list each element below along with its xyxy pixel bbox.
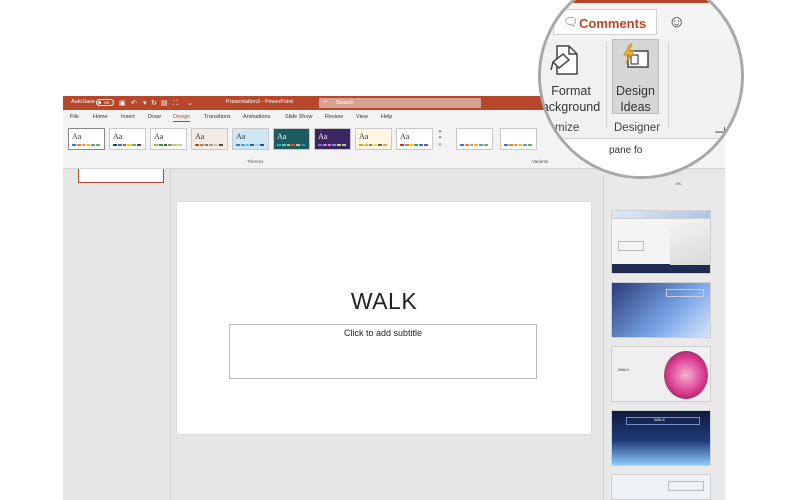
variant-1[interactable] bbox=[500, 128, 537, 150]
tab-review[interactable]: Review bbox=[325, 114, 343, 120]
autosave-label: AutoSave bbox=[71, 99, 95, 105]
more-themes-icon[interactable]: ≡ bbox=[436, 142, 444, 149]
theme-color-swatch bbox=[318, 144, 346, 146]
tab-home[interactable]: Home bbox=[93, 114, 108, 120]
themes-group-label: Themes bbox=[247, 159, 264, 164]
design-idea-1[interactable] bbox=[611, 218, 711, 274]
theme-sample-text: Aa bbox=[359, 132, 369, 141]
theme-sample-text: Aa bbox=[72, 132, 82, 141]
theme-color-swatch bbox=[154, 144, 182, 146]
format-background-line-2: ackground bbox=[541, 100, 601, 114]
theme-color-swatch bbox=[236, 144, 264, 146]
theme-5[interactable]: Aa bbox=[273, 128, 310, 150]
variant-color-swatch bbox=[460, 144, 488, 146]
slide-thumbnails-pane bbox=[63, 169, 171, 500]
theme-sample-text: Aa bbox=[318, 132, 328, 141]
theme-color-swatch bbox=[400, 144, 428, 146]
theme-color-swatch bbox=[113, 144, 141, 146]
theme-2[interactable]: Aa bbox=[150, 128, 187, 150]
design-idea-4[interactable]: WALK bbox=[611, 410, 711, 466]
theme-sample-text: Aa bbox=[236, 132, 246, 141]
slideshow-icon[interactable]: ⛶ bbox=[173, 99, 178, 108]
format-background-label[interactable]: Format ackground bbox=[541, 83, 601, 115]
autosave-state: Off bbox=[104, 100, 110, 105]
design-ideas-label: Design Ideas bbox=[612, 83, 659, 115]
comment-icon: 🗨 bbox=[563, 15, 579, 29]
variant-color-swatch bbox=[504, 144, 532, 146]
scroll-down-icon[interactable]: ▾ bbox=[436, 135, 444, 142]
present-icon[interactable]: ▤ bbox=[161, 99, 168, 108]
theme-6[interactable]: Aa bbox=[314, 128, 351, 150]
design-idea-4-title: WALK bbox=[654, 417, 666, 422]
theme-3[interactable]: Aa bbox=[191, 128, 228, 150]
tab-view[interactable]: View bbox=[356, 114, 368, 120]
theme-color-swatch bbox=[72, 144, 100, 146]
theme-sample-text: Aa bbox=[113, 132, 123, 141]
customize-group-label: mize bbox=[555, 122, 580, 134]
zoom-magnifier: ⧉ 🗨 Comments ☺ Format ackground Design I… bbox=[538, 0, 744, 179]
theme-sample-text: Aa bbox=[154, 132, 164, 141]
magnified-title-bar: ⧉ bbox=[541, 0, 741, 3]
subtitle-placeholder-text: Click to add subtitle bbox=[343, 328, 423, 338]
designer-pane-text: pane fo bbox=[609, 145, 643, 156]
designer-pane: es. WALK WALK bbox=[603, 176, 725, 500]
search-icon: ⌕ bbox=[324, 99, 328, 105]
theme-color-swatch bbox=[277, 144, 305, 146]
theme-8[interactable]: Aa bbox=[396, 128, 433, 150]
theme-1[interactable]: Aa bbox=[109, 128, 146, 150]
slide-canvas[interactable]: WALK Click to add subtitle bbox=[177, 202, 591, 434]
tab-slide-show[interactable]: Slide Show bbox=[285, 114, 313, 120]
subtitle-placeholder[interactable]: Click to add subtitle bbox=[229, 324, 537, 379]
design-ideas-line-2: Ideas bbox=[620, 100, 651, 114]
theme-sample-text: Aa bbox=[400, 132, 410, 141]
scroll-up-icon[interactable]: ▴ bbox=[436, 128, 444, 135]
theme-sample-text: Aa bbox=[277, 132, 287, 141]
design-idea-2[interactable] bbox=[611, 282, 711, 338]
feedback-smile-icon[interactable]: ☺ bbox=[668, 12, 685, 32]
themes-scroller[interactable]: ▴ ▾ ≡ bbox=[436, 128, 444, 150]
theme-7[interactable]: Aa bbox=[355, 128, 392, 150]
designer-group-label: Designer bbox=[614, 122, 661, 134]
tab-design[interactable]: Design bbox=[173, 114, 191, 122]
customize-toolbar-icon[interactable]: ⌄ bbox=[187, 99, 193, 108]
tab-help[interactable]: Help bbox=[381, 114, 392, 120]
search-box[interactable]: ⌕ Search bbox=[319, 98, 481, 108]
slide-thumbnail-1[interactable] bbox=[78, 169, 164, 183]
comments-label: Comments bbox=[579, 16, 647, 31]
designer-partial-text: es. bbox=[676, 181, 683, 186]
redo-icon[interactable]: ↻ bbox=[151, 99, 157, 108]
tab-file[interactable]: File bbox=[70, 114, 79, 120]
format-background-icon[interactable] bbox=[549, 42, 581, 78]
slide-title[interactable]: WALK bbox=[177, 288, 591, 315]
design-idea-3-title: WALK bbox=[618, 367, 630, 372]
theme-color-swatch bbox=[359, 144, 387, 146]
comments-button[interactable]: 🗨 Comments bbox=[553, 9, 657, 35]
undo-icon[interactable]: ↶ bbox=[131, 99, 137, 108]
tab-transitions[interactable]: Transitions bbox=[204, 114, 231, 120]
group-separator bbox=[668, 42, 669, 128]
save-icon[interactable]: ▣ bbox=[119, 99, 126, 108]
document-title: Presentation3 - PowerPoint bbox=[226, 99, 293, 105]
theme-0[interactable]: Aa bbox=[68, 128, 105, 150]
design-ideas-line-1: Design bbox=[616, 84, 655, 98]
design-idea-5[interactable] bbox=[611, 474, 711, 500]
tab-insert[interactable]: Insert bbox=[121, 114, 135, 120]
magnified-designer-pane: pane fo bbox=[541, 138, 741, 176]
design-idea-3[interactable]: WALK bbox=[611, 346, 711, 402]
variant-0[interactable] bbox=[456, 128, 493, 150]
tab-animations[interactable]: Animations bbox=[243, 114, 270, 120]
design-ideas-icon bbox=[623, 43, 649, 68]
theme-sample-text: Aa bbox=[195, 132, 205, 141]
theme-4[interactable]: Aa bbox=[232, 128, 269, 150]
undo-dropdown-icon[interactable]: ▾ bbox=[143, 99, 147, 108]
group-separator bbox=[606, 42, 607, 128]
format-background-line-1: Format bbox=[551, 84, 591, 98]
tab-draw[interactable]: Draw bbox=[148, 114, 161, 120]
search-placeholder: Search bbox=[336, 100, 354, 106]
theme-color-swatch bbox=[195, 144, 223, 146]
